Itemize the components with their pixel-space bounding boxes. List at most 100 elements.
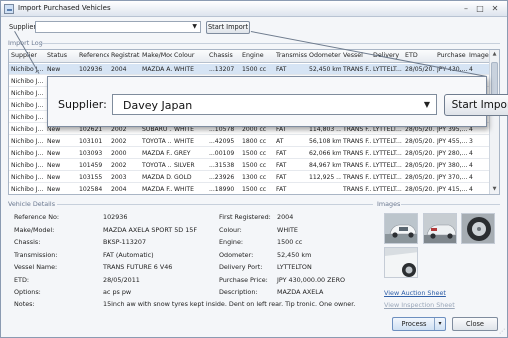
table-cell: Nichibo J... xyxy=(11,150,44,157)
detail-label: Odometer: xyxy=(219,250,254,259)
process-button[interactable]: Process ▾ xyxy=(392,317,446,331)
table-cell: Nichibo J... xyxy=(11,102,44,109)
column-header[interactable]: Colour xyxy=(174,52,207,59)
column-header[interactable]: Reference xyxy=(79,52,109,59)
detail-value: MAZDA AXELA xyxy=(277,288,324,296)
process-dropdown-icon[interactable]: ▾ xyxy=(434,318,445,330)
table-cell: 2002 xyxy=(111,162,127,169)
table-cell: JPY 280,... xyxy=(437,150,467,157)
table-cell: Nichibo J... xyxy=(11,174,44,181)
table-cell: FAT xyxy=(276,66,287,73)
table-cell: TRANS F... xyxy=(343,66,371,73)
column-header[interactable]: Odometer xyxy=(309,52,341,59)
table-cell: Nichibo J... xyxy=(11,90,44,97)
table-cell: New xyxy=(47,174,61,181)
table-cell: New xyxy=(47,186,61,193)
table-cell: New xyxy=(47,150,61,157)
table-cell: TRANS F... xyxy=(343,186,371,193)
column-header[interactable]: Transmiss xyxy=(276,52,307,59)
table-cell: Nichibo J... xyxy=(11,186,44,193)
table-cell: 4 xyxy=(469,174,473,181)
zoom-start-import-button[interactable]: Start Import xyxy=(444,94,508,116)
table-cell: 1300 cc xyxy=(242,174,267,181)
images-label: Images xyxy=(377,200,401,208)
chevron-down-icon: ▼ xyxy=(192,23,197,30)
table-cell: TRANS F... xyxy=(343,150,371,157)
column-header[interactable]: Chassis xyxy=(209,52,240,59)
scroll-up-icon[interactable]: ▲ xyxy=(490,50,499,59)
column-header[interactable]: ETD xyxy=(405,52,435,59)
table-cell: 2004 xyxy=(111,186,127,193)
resize-grip-icon[interactable]: ⋰ xyxy=(499,328,505,335)
vehicle-photo-side[interactable] xyxy=(384,247,418,278)
close-window-icon[interactable]: ✕ xyxy=(488,3,502,14)
table-row[interactable]: Nichibo J...New 103155 2003 MAZDA D...GOLD.… xyxy=(9,172,490,183)
table-row[interactable]: Nichibo J... New 103101 2002 TOYOTA ... WHITE… xyxy=(9,136,490,147)
table-cell: 103155 xyxy=(79,174,103,181)
column-header[interactable]: Status xyxy=(47,52,77,59)
detail-value: 102936 xyxy=(103,213,128,221)
table-cell: 3 xyxy=(469,138,473,145)
maximize-icon[interactable]: □ xyxy=(473,3,487,14)
notes-label: Notes: xyxy=(14,300,35,308)
detail-label: Vessel Name: xyxy=(14,263,58,271)
table-cell: TRANS F... xyxy=(343,138,371,145)
detail-value: BKSP-113207 xyxy=(103,238,147,246)
vehicle-photo-rear[interactable] xyxy=(423,213,457,244)
zoom-supplier-value: Davey Japan xyxy=(123,99,193,112)
zoom-supplier-dropdown[interactable]: Davey Japan ▼ xyxy=(112,94,437,115)
vertical-scrollbar[interactable]: ▲ ▼ xyxy=(489,50,499,194)
table-cell: LYTTELT... xyxy=(373,138,402,145)
table-cell: ...18990 xyxy=(209,186,235,193)
table-cell: 2000 cc xyxy=(242,126,267,133)
column-header[interactable]: Purchase xyxy=(437,52,467,59)
vehicle-photo-wheel[interactable] xyxy=(461,213,495,244)
minimize-icon[interactable]: – xyxy=(459,3,473,14)
app-icon xyxy=(4,4,14,14)
divider xyxy=(57,204,373,205)
table-row[interactable]: Nichibo J...New 102936 2004 MAZDA A...WHITE… xyxy=(9,64,490,75)
table-cell: 2002 xyxy=(111,138,127,145)
table-row[interactable]: Nichibo J... New 102584 2004 MAZDA F... WHITE… xyxy=(9,184,490,194)
column-header[interactable]: Registrati xyxy=(111,52,140,59)
table-cell: FAT xyxy=(276,186,287,193)
supplier-dropdown[interactable]: ▼ xyxy=(35,21,201,33)
table-cell: 2000 xyxy=(111,150,127,157)
table-cell: 2004 xyxy=(111,66,127,73)
detail-value: 1500 cc xyxy=(277,238,303,246)
detail-value: WHITE xyxy=(277,225,298,234)
table-cell: 103101 xyxy=(79,138,103,145)
table-row[interactable]: Nichibo J... New 101459 2002 TOYOTA ... SILVE… xyxy=(9,160,490,171)
table-cell: ...31538 xyxy=(209,162,235,169)
table-cell: Nichibo J... xyxy=(11,162,44,169)
scroll-down-icon[interactable]: ▼ xyxy=(490,185,499,194)
table-cell: 28/05/20... xyxy=(405,174,435,181)
table-cell: 114,803 ... xyxy=(309,126,341,133)
vehicle-photo-front[interactable] xyxy=(384,213,418,244)
table-cell: JPY 370,... xyxy=(437,174,467,181)
table-cell: TOYOTA ... xyxy=(142,138,172,145)
table-row[interactable]: Nichibo J... New 103093 2000 MAZDA F... GREY.… xyxy=(9,148,490,159)
column-header[interactable]: Make/Moc xyxy=(142,52,172,59)
column-header[interactable]: Images xyxy=(469,52,489,59)
table-cell: FAT xyxy=(276,162,287,169)
table-cell: 84,967 km xyxy=(309,162,341,169)
table-cell: Nichibo J... xyxy=(11,78,44,85)
detail-label: Make/Model: xyxy=(14,225,55,234)
view-auction-sheet-link[interactable]: View Auction Sheet xyxy=(384,289,446,297)
table-cell: 1500 cc xyxy=(242,66,267,73)
detail-value: 28/05/2011 xyxy=(103,275,140,284)
column-header[interactable]: Engine xyxy=(242,52,274,59)
close-button[interactable]: Close xyxy=(452,317,498,331)
detail-label: Purchase Price: xyxy=(219,275,268,284)
table-cell: LYTTELT... xyxy=(373,162,402,169)
table-cell: 2003 xyxy=(111,174,127,181)
table-cell: JPY 415,... xyxy=(437,186,467,193)
table-cell: Nichibo J... xyxy=(11,114,44,121)
table-cell: TRANS F... xyxy=(343,162,371,169)
chevron-down-icon: ▼ xyxy=(423,100,430,109)
table-cell: 102621 xyxy=(79,126,103,133)
table-cell: ...23926 xyxy=(209,174,235,181)
table-cell: 1500 cc xyxy=(242,162,267,169)
start-import-button[interactable]: Start Import xyxy=(206,21,250,34)
